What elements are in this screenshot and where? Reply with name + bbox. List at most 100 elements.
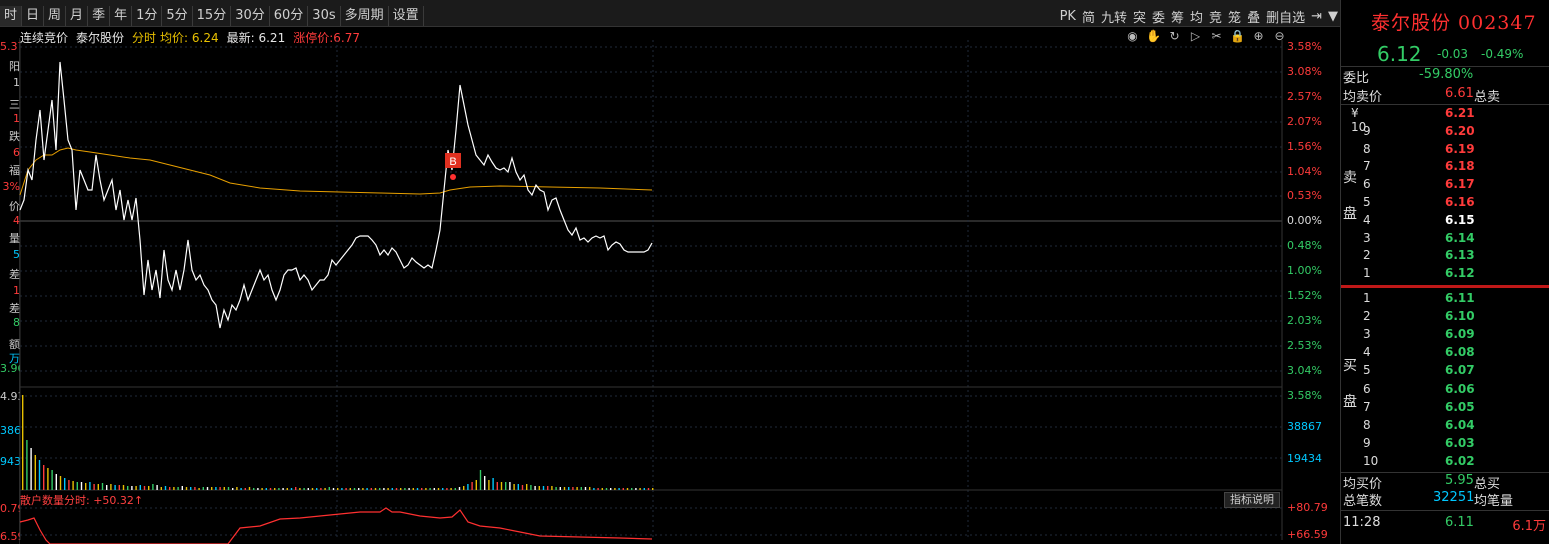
buy-level-row[interactable]: 1 6.11 [1341, 291, 1549, 309]
volume-bar [223, 487, 225, 490]
volume-bar [626, 488, 629, 490]
volume-bar [379, 488, 381, 490]
sell-level-row[interactable]: 2 6.13 [1341, 248, 1549, 266]
volume-bar [404, 488, 406, 490]
sell-level-row[interactable]: 3 6.14 [1341, 231, 1549, 249]
volume-bar [173, 487, 175, 490]
volume-bar [202, 487, 204, 490]
volume-bar [332, 488, 335, 490]
indicator-line [19, 507, 653, 544]
divider [1341, 510, 1549, 511]
volume-axis-label: 19434 [1287, 452, 1322, 465]
volume-bar [80, 482, 83, 490]
price-change-pct: -0.49% [1481, 47, 1524, 61]
buy-level-row[interactable]: 2 6.10 [1341, 309, 1549, 327]
volume-bar [206, 487, 209, 490]
buy-level-row[interactable]: 5 6.07 [1341, 363, 1549, 381]
buy-level-row[interactable]: 7 6.05 [1341, 400, 1549, 418]
tick-volume: 6.1万 [1512, 519, 1546, 534]
volume-bar [437, 488, 440, 490]
level-number: 4 [1363, 212, 1371, 227]
weibi-value: -59.80% [1419, 67, 1474, 82]
intraday-chart[interactable]: B [0, 0, 1340, 544]
price-axis-label: 1.56% [1287, 139, 1322, 153]
price-axis-label: 0.48% [1287, 239, 1322, 253]
level-number: 6 [1363, 177, 1371, 192]
volume-bar [295, 487, 297, 490]
volume-bar [274, 488, 276, 490]
avg-sell-value: 6.61 [1445, 86, 1474, 101]
volume-bar [526, 484, 528, 490]
volume-bar [194, 487, 196, 490]
volume-bar [601, 488, 603, 490]
level-price: 6.05 [1445, 399, 1475, 414]
sell-level-row[interactable]: 8 6.19 [1341, 142, 1549, 160]
buy-level-row[interactable]: 6 6.06 [1341, 382, 1549, 400]
volume-bar [538, 486, 540, 490]
avg-vol-label: 均笔量 [1474, 494, 1514, 509]
indicator-title: 散户数量分时: +50.32↑ [20, 494, 144, 507]
volume-bar [370, 488, 372, 490]
buy-level-row[interactable]: 8 6.04 [1341, 418, 1549, 436]
volume-bar [463, 486, 465, 490]
sell-level-row[interactable]: 6 6.17 [1341, 177, 1549, 195]
level-price: 6.03 [1445, 435, 1475, 450]
volume-bar [471, 482, 473, 490]
level-price: 6.08 [1445, 345, 1475, 360]
buy-level-row[interactable]: 10 6.02 [1341, 454, 1549, 472]
volume-bar [181, 486, 183, 490]
volume-bar [631, 488, 633, 490]
avg-buy-value: 5.95 [1445, 473, 1474, 488]
volume-bar [64, 478, 66, 490]
indicator-axis-label: +66.59 [1287, 528, 1328, 541]
buy-level-row[interactable]: 3 6.09 [1341, 327, 1549, 345]
level-price: 6.07 [1445, 363, 1475, 378]
volume-bar [374, 488, 377, 490]
volume-bar [89, 482, 91, 490]
volume-bar [345, 488, 347, 490]
volume-bar [135, 486, 137, 490]
sell-level-row[interactable]: 5 6.16 [1341, 195, 1549, 213]
level-number: 9 [1363, 435, 1371, 450]
volume-bar [152, 484, 154, 490]
level-number: 7 [1363, 159, 1371, 174]
sell-level-row[interactable]: ¥ 10 6.21 [1341, 106, 1549, 134]
volume-bar [395, 488, 398, 490]
price-axis-label: 3.58% [1287, 40, 1322, 53]
sell-level-row[interactable]: 1 6.12 [1341, 266, 1549, 284]
volume-bar [576, 487, 578, 490]
level-number: 6 [1363, 381, 1371, 396]
volume-bar [349, 488, 351, 490]
price-axis-label: 3.04% [1287, 363, 1322, 377]
volume-bar [366, 488, 368, 490]
volume-axis-label: 38867 [1287, 420, 1322, 433]
indicator-help-button[interactable]: 指标说明 [1224, 492, 1280, 508]
volume-bar [76, 482, 78, 490]
marker-label: B [449, 156, 456, 168]
total-trades-label: 总笔数 [1343, 494, 1383, 509]
level-price: 6.15 [1445, 212, 1475, 227]
orderbook-divider [1341, 285, 1549, 288]
price-axis-label: 0.53% [1287, 189, 1322, 203]
price-line [19, 61, 653, 329]
volume-bar [198, 488, 200, 490]
tick-row[interactable]: 11:28 6.11 6.1万 [1341, 515, 1549, 534]
volume-bar [236, 487, 238, 490]
buy-level-row[interactable]: 4 6.08 [1341, 345, 1549, 363]
sell-level-row[interactable]: 9 6.20 [1341, 124, 1549, 142]
volume-bar [156, 485, 158, 490]
volume-bar [383, 488, 385, 490]
buy-marker[interactable]: B [445, 153, 461, 180]
volume-bar [559, 487, 561, 490]
volume-bar [429, 488, 431, 490]
price-axis-label: 0.00% [1287, 214, 1322, 228]
level-price: 6.02 [1445, 453, 1475, 468]
tick-time: 11:28 [1343, 515, 1381, 530]
sell-level-row[interactable]: 7 6.18 [1341, 159, 1549, 177]
sell-level-row[interactable]: 4 6.15 [1341, 213, 1549, 231]
volume-bar [278, 488, 280, 490]
volume-bar [622, 488, 624, 490]
level-price: 6.13 [1445, 248, 1475, 263]
buy-level-row[interactable]: 9 6.03 [1341, 436, 1549, 454]
stock-title: 泰尔股份 002347 [1371, 12, 1537, 34]
